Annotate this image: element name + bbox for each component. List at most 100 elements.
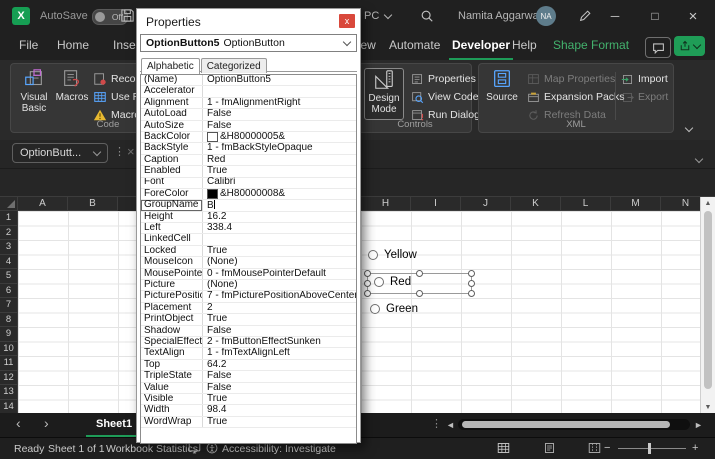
workbook-statistics-button[interactable]: Workbook Statistics <box>106 443 198 455</box>
property-value[interactable]: False <box>203 326 356 337</box>
normal-view-icon[interactable] <box>497 442 510 454</box>
cancel-icon[interactable]: × <box>127 144 135 159</box>
property-row[interactable]: (Name) OptionButton5 <box>141 75 356 86</box>
property-value[interactable]: Red <box>203 155 356 166</box>
property-value[interactable]: B <box>203 200 356 212</box>
property-value[interactable]: True <box>203 417 356 428</box>
zoom-in-button[interactable]: + <box>692 442 698 454</box>
import-button[interactable]: Import <box>621 70 668 88</box>
selection-box[interactable] <box>367 273 472 294</box>
property-row[interactable]: Value False <box>141 383 356 394</box>
scroll-left-icon[interactable]: ◄ <box>446 420 455 430</box>
avatar[interactable]: NA <box>536 6 556 26</box>
property-row[interactable]: Left 338.4 <box>141 223 356 234</box>
zoom-slider-handle[interactable] <box>648 443 651 454</box>
property-row[interactable]: AutoSize False <box>141 121 356 132</box>
property-row[interactable]: Font Calibri <box>141 178 356 189</box>
search-icon[interactable] <box>420 9 434 23</box>
scrollbar-dots-icon[interactable]: ⋮ <box>431 417 442 430</box>
expansion-packs-button[interactable]: Expansion Packs <box>527 88 625 106</box>
vertical-scrollbar[interactable]: ▲ ▼ <box>700 197 715 414</box>
ribbon-tab[interactable]: Help <box>509 33 540 58</box>
property-row[interactable]: Picture (None) <box>141 280 356 291</box>
property-row[interactable]: Locked True <box>141 246 356 257</box>
property-row[interactable]: Accelerator <box>141 86 356 97</box>
property-row[interactable]: Width 98.4 <box>141 405 356 416</box>
property-row[interactable]: AutoLoad False <box>141 109 356 120</box>
property-value[interactable]: False <box>203 371 356 382</box>
property-row[interactable]: LinkedCell <box>141 234 356 245</box>
horizontal-scroll-thumb[interactable] <box>462 421 670 428</box>
property-row[interactable]: Placement 2 <box>141 303 356 314</box>
property-value[interactable]: 1 - fmTextAlignLeft <box>203 348 356 359</box>
scroll-right-icon[interactable]: ► <box>694 420 703 430</box>
vertical-scroll-thumb[interactable] <box>704 211 712 389</box>
next-sheet-icon[interactable]: › <box>44 415 49 431</box>
ribbon-tab[interactable]: Developer <box>449 33 513 60</box>
property-value[interactable]: True <box>203 166 356 177</box>
name-box[interactable]: OptionButt... <box>12 143 108 163</box>
property-value[interactable]: True <box>203 246 356 257</box>
property-value[interactable]: 2 <box>203 303 356 314</box>
property-value[interactable]: (None) <box>203 280 356 291</box>
property-value[interactable]: 64.2 <box>203 360 356 371</box>
properties-tab[interactable]: Categorized <box>201 58 267 73</box>
macros-button[interactable]: Macros <box>53 68 91 120</box>
property-row[interactable]: WordWrap True <box>141 417 356 428</box>
property-row[interactable]: TextAlign 1 - fmTextAlignLeft <box>141 348 356 359</box>
scroll-up-icon[interactable]: ▲ <box>701 200 715 207</box>
property-value[interactable]: 7 - fmPicturePositionAboveCenter <box>203 291 356 302</box>
property-row[interactable]: PrintObject True <box>141 314 356 325</box>
property-value[interactable]: &H80000005& <box>203 132 356 143</box>
zoom-slider-track[interactable] <box>618 448 686 449</box>
source-button[interactable]: Source <box>485 68 519 120</box>
share-button[interactable] <box>674 36 705 56</box>
minimize-button[interactable]: ─ <box>600 0 630 32</box>
user-name[interactable]: Namita Aggarwal <box>458 10 541 22</box>
previous-sheet-icon[interactable]: ‹ <box>16 415 21 431</box>
view-code-button[interactable]: View Code <box>411 88 479 106</box>
sheet-tab-active[interactable]: Sheet1 <box>86 413 142 437</box>
property-value[interactable]: 98.4 <box>203 405 356 416</box>
property-row[interactable]: Height 16.2 <box>141 212 356 223</box>
page-layout-view-icon[interactable] <box>543 442 556 454</box>
ribbon-tab[interactable]: Automate <box>386 33 443 58</box>
properties-panel-titlebar[interactable]: Properties x <box>137 9 360 34</box>
object-selector-dropdown[interactable]: OptionButton5 OptionButton <box>140 34 357 52</box>
save-icon[interactable] <box>120 8 135 23</box>
close-window-button[interactable]: × <box>678 0 708 32</box>
property-value[interactable]: &H80000008& <box>203 189 356 200</box>
option-button-control[interactable]: Red <box>374 276 411 288</box>
property-row[interactable]: Enabled True <box>141 166 356 177</box>
property-value[interactable]: (None) <box>203 257 356 268</box>
property-row[interactable]: MouseIcon (None) <box>141 257 356 268</box>
option-button-control[interactable]: Green <box>370 303 418 315</box>
property-row[interactable]: Alignment 1 - fmAlignmentRight <box>141 98 356 109</box>
property-row[interactable]: Shadow False <box>141 326 356 337</box>
property-row[interactable]: BackColor &H80000005& <box>141 132 356 143</box>
property-value[interactable]: True <box>203 314 356 325</box>
maximize-button[interactable]: □ <box>640 0 670 32</box>
scroll-down-icon[interactable]: ▼ <box>701 404 715 411</box>
collapse-ribbon-chevron-icon[interactable] <box>686 118 692 136</box>
properties-ribbon-button[interactable]: Properties <box>411 70 476 88</box>
ribbon-tab[interactable]: File <box>16 33 41 58</box>
property-value[interactable]: 338.4 <box>203 223 356 234</box>
comments-button[interactable] <box>645 37 671 58</box>
close-panel-button[interactable]: x <box>339 14 355 28</box>
property-row[interactable]: PicturePosition 7 - fmPicturePositionAbo… <box>141 291 356 302</box>
zoom-out-button[interactable]: − <box>604 442 610 454</box>
property-row[interactable]: MousePointer 0 - fmMousePointerDefault <box>141 269 356 280</box>
property-row[interactable]: TripleState False <box>141 371 356 382</box>
property-value[interactable]: 0 - fmMousePointerDefault <box>203 269 356 280</box>
property-value[interactable]: False <box>203 109 356 120</box>
property-value[interactable]: False <box>203 383 356 394</box>
property-value[interactable]: 16.2 <box>203 212 356 223</box>
properties-tab[interactable]: Alphabetic <box>141 58 200 74</box>
property-row[interactable]: SpecialEffect 2 - fmButtonEffectSunken <box>141 337 356 348</box>
property-row[interactable]: GroupName B <box>141 200 356 211</box>
saved-location-button[interactable]: PC <box>364 10 391 22</box>
visual-basic-button[interactable]: Visual Basic <box>15 68 53 120</box>
horizontal-scrollbar[interactable] <box>458 419 690 430</box>
ribbon-tab[interactable]: Shape Format <box>550 33 632 58</box>
